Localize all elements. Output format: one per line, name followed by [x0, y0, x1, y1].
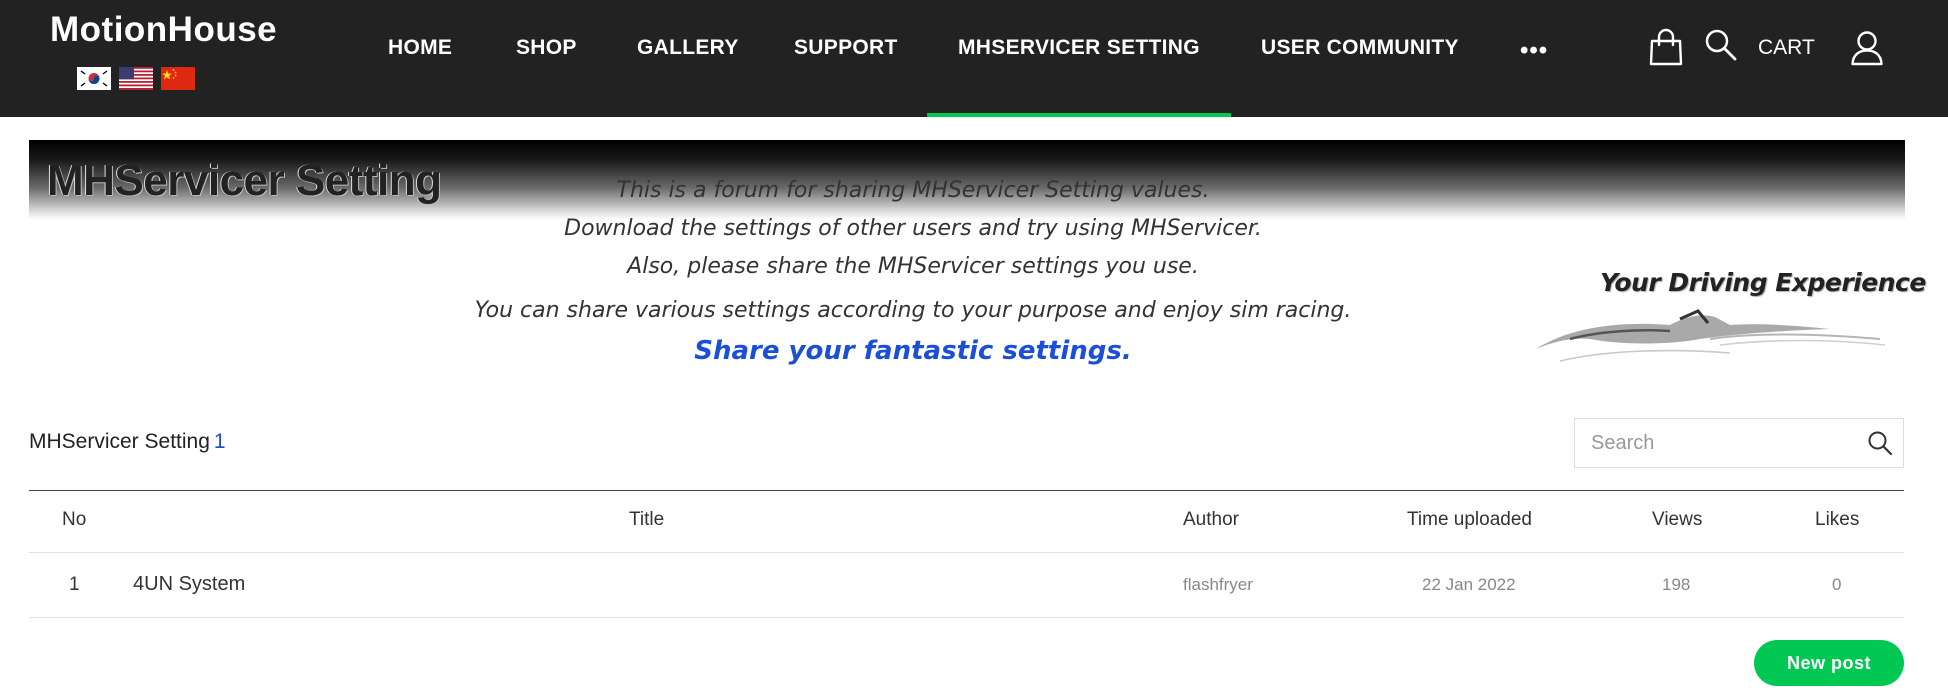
cart-link[interactable]: CART: [1758, 36, 1815, 60]
table-top-border: [29, 490, 1904, 491]
column-header-title: Title: [629, 509, 665, 530]
nav-item-mhservicer-setting[interactable]: MHSERVICER SETTING: [958, 36, 1200, 60]
more-menu-button[interactable]: •••: [1520, 37, 1548, 65]
post-likes: 0: [1832, 575, 1842, 594]
shopping-bag-icon[interactable]: [1648, 28, 1684, 66]
post-title-link[interactable]: 4UN System: [133, 573, 245, 596]
nav-item-user-community[interactable]: USER COMMUNITY: [1261, 36, 1459, 60]
board-search: [1574, 418, 1904, 468]
board-title: MHServicer Setting 1: [29, 430, 226, 454]
us-flag-icon[interactable]: [119, 67, 153, 90]
active-nav-indicator: [927, 113, 1231, 117]
new-post-button[interactable]: New post: [1754, 640, 1904, 686]
column-header-no: No: [62, 509, 87, 530]
nav-item-shop[interactable]: SHOP: [516, 36, 577, 60]
post-count: 1: [213, 430, 226, 453]
column-header-author: Author: [1183, 509, 1239, 530]
search-icon[interactable]: [1867, 430, 1893, 456]
language-flags: [77, 67, 195, 90]
korean-flag-icon[interactable]: [77, 67, 111, 90]
row-divider: [29, 617, 1904, 618]
board-title-label: MHServicer Setting: [29, 430, 210, 453]
post-views: 198: [1662, 575, 1691, 594]
search-icon[interactable]: [1704, 28, 1738, 62]
post-time-uploaded: 22 Jan 2022: [1422, 575, 1516, 594]
china-flag-icon[interactable]: [161, 67, 195, 90]
banner-title: MHServicer Setting: [47, 156, 442, 205]
user-account-icon[interactable]: [1850, 30, 1884, 66]
column-header-views: Views: [1652, 509, 1703, 530]
top-navigation-bar: MotionHouse HOME SHOP GALLERY SUPPORT MH…: [0, 0, 1948, 117]
nav-item-support[interactable]: SUPPORT: [794, 36, 898, 60]
race-car-logo-icon: [1536, 309, 1886, 362]
nav-item-home[interactable]: HOME: [388, 36, 452, 60]
post-author: flashfryer: [1183, 575, 1253, 594]
row-number: 1: [69, 574, 80, 595]
driving-experience-tagline: Your Driving Experience: [1600, 268, 1926, 297]
column-header-time-uploaded: Time uploaded: [1407, 509, 1532, 530]
site-logo[interactable]: MotionHouse: [50, 10, 277, 50]
header-divider: [29, 552, 1904, 553]
search-input[interactable]: [1575, 419, 1855, 467]
column-header-likes: Likes: [1815, 509, 1860, 530]
nav-item-gallery[interactable]: GALLERY: [637, 36, 739, 60]
